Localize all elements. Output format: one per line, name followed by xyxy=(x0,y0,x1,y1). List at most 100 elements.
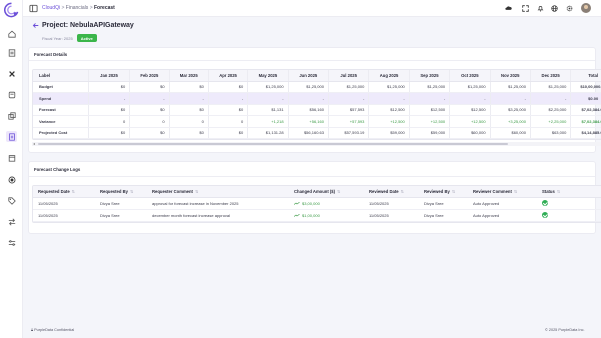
expand-icon[interactable] xyxy=(521,4,530,13)
approved-check-icon xyxy=(542,200,548,206)
column-header-label: Status xyxy=(542,188,555,194)
column-header[interactable]: Requested By ⇅ xyxy=(95,186,147,198)
copy-icon[interactable] xyxy=(6,110,17,121)
sort-icon[interactable]: ⇅ xyxy=(514,189,518,194)
table-cell: - xyxy=(368,92,410,105)
target-icon[interactable] xyxy=(6,174,17,185)
avatar[interactable] xyxy=(581,3,591,13)
approved-check-icon xyxy=(542,212,548,218)
menu-icon[interactable] xyxy=(29,4,38,13)
column-header[interactable]: Reviewer Comment ⇅ xyxy=(468,186,537,198)
trend-up-icon xyxy=(294,201,300,205)
requester-comment: approval for forecast increase in Novemb… xyxy=(147,197,289,210)
column-header[interactable]: Reviewed By ⇅ xyxy=(419,186,468,198)
requester-comment: december month forecast increase approva… xyxy=(147,209,289,222)
home-icon[interactable] xyxy=(6,28,17,39)
table-cell: +3,25,000 xyxy=(490,115,531,128)
table-cell: $60,000 xyxy=(449,127,491,139)
table-cell: $1,25,000 xyxy=(368,81,410,93)
table-cell: $1,25,000 xyxy=(247,81,289,93)
column-header[interactable]: Reviewed Date ⇅ xyxy=(364,186,419,198)
bell-icon[interactable] xyxy=(536,4,545,13)
sort-icon[interactable]: ⇅ xyxy=(557,189,561,194)
reports-icon[interactable] xyxy=(6,47,17,58)
scroll-left-icon[interactable]: ◂ xyxy=(32,142,36,146)
sort-icon[interactable]: ⇅ xyxy=(195,189,199,194)
table-cell: 0 xyxy=(208,115,249,128)
total-cell: $7,02,384.00 xyxy=(570,104,601,116)
column-header[interactable]: Status ⇅ xyxy=(537,186,601,198)
table-cell: $12,500 xyxy=(449,104,491,116)
sort-icon[interactable]: ⇅ xyxy=(337,189,341,194)
sort-icon[interactable]: ⇅ xyxy=(72,189,76,194)
settings-icon[interactable] xyxy=(565,4,574,13)
column-header-label: Changed Amount ($) xyxy=(294,188,336,194)
reviewer-comment: Auto Approved xyxy=(468,197,537,210)
settings-list-icon[interactable] xyxy=(6,237,17,248)
column-header-label: Requested By xyxy=(100,188,128,194)
table-row: Forecast $0 $0 $0 $0 $1,131 $56,160 $57,593 $12,… xyxy=(33,104,601,116)
table-cell: $0 xyxy=(169,127,209,139)
column-header[interactable]: Changed Amount ($) ⇅ xyxy=(289,186,364,198)
sort-icon[interactable]: ⇅ xyxy=(452,189,456,194)
total-cell: $0.00 xyxy=(570,92,601,105)
changed-amount: $3,00,000 xyxy=(302,200,320,206)
shuffle-icon[interactable] xyxy=(6,216,17,227)
change-logs-heading: Forecast Change Logs xyxy=(34,167,81,172)
requested-date: 11/05/2025 xyxy=(33,209,95,222)
change-logs-card: Forecast Change Logs Requested Date ⇅ Requ… xyxy=(28,161,601,234)
column-header: Apr 2025 xyxy=(208,70,249,82)
column-header[interactable]: Requested Date ⇅ xyxy=(33,186,95,198)
horizontal-scrollbar[interactable]: ◂ ▸ xyxy=(32,142,601,146)
column-header: May 2025 xyxy=(247,70,289,82)
sort-icon[interactable]: ⇅ xyxy=(401,189,405,194)
row-label: Forecast xyxy=(33,104,89,116)
table-cell: +2,25,000 xyxy=(530,115,572,128)
calendar-icon[interactable] xyxy=(6,152,17,163)
table-cell: +12,500 xyxy=(368,115,410,128)
table-cell: +56,160 xyxy=(288,115,329,128)
table-cell: $0 xyxy=(169,104,209,116)
cloudqi-logo-icon[interactable] xyxy=(4,2,19,18)
scrollbar-thumb[interactable] xyxy=(38,143,508,145)
changed-amount: $1,00,000 xyxy=(302,212,320,218)
row-label: Spend xyxy=(33,92,89,105)
column-header: Jul 2025 xyxy=(328,70,370,82)
forecast-icon[interactable] xyxy=(6,131,17,142)
sort-icon[interactable]: ⇅ xyxy=(130,189,134,194)
tools-icon[interactable] xyxy=(6,68,17,79)
forecast-details-card: Forecast Details Label Jan 2025 Feb 2025 Ma… xyxy=(28,47,601,153)
column-header: Oct 2025 xyxy=(449,70,491,82)
notes-icon[interactable] xyxy=(6,89,17,100)
table-cell: - xyxy=(169,92,209,105)
cloud-transfer-icon[interactable] xyxy=(504,4,513,13)
table-cell: $12,500 xyxy=(368,104,410,116)
column-header: Dec 2025 xyxy=(530,70,572,82)
table-cell: - xyxy=(208,92,249,105)
table-cell: $60,000 xyxy=(490,127,531,139)
table-cell: - xyxy=(288,92,329,105)
column-header-label: Requested Date xyxy=(38,188,70,194)
table-row: 11/05/2025 Divya Sree december month forec… xyxy=(33,209,601,222)
breadcrumb-cloudqi[interactable]: CloudQi xyxy=(42,5,60,11)
table-cell: $1,25,000 xyxy=(409,81,451,93)
topbar: CloudQi > Financials > Forecast xyxy=(23,0,601,17)
tag-icon[interactable] xyxy=(6,195,17,206)
footer-confidential: PurpleData Confidential xyxy=(34,328,75,332)
column-header: Mar 2025 xyxy=(169,70,209,82)
column-header: Jun 2025 xyxy=(288,70,329,82)
back-arrow-icon[interactable] xyxy=(32,22,39,29)
table-cell: $2,25,000 xyxy=(530,104,572,116)
fiscal-year: Fiscal Year: 2025 xyxy=(42,35,73,41)
row-label: Projected Cost xyxy=(33,127,89,139)
footer-left: 🔒︎ PurpleData Confidential xyxy=(31,328,74,332)
table-cell: $59,000 xyxy=(368,127,410,139)
breadcrumb-financials[interactable]: Financials xyxy=(66,5,89,11)
table-cell: +57,593 xyxy=(328,115,370,128)
page-title: Project: NebulaAPIGateway xyxy=(42,22,134,29)
column-header[interactable]: Requester Comment ⇅ xyxy=(147,186,289,198)
table-row: 11/05/2025 Divya Sree approval for forecas… xyxy=(33,197,601,210)
globe-icon[interactable] xyxy=(550,4,559,13)
requested-by: Divya Sree xyxy=(95,197,147,210)
table-cell: - xyxy=(490,92,531,105)
